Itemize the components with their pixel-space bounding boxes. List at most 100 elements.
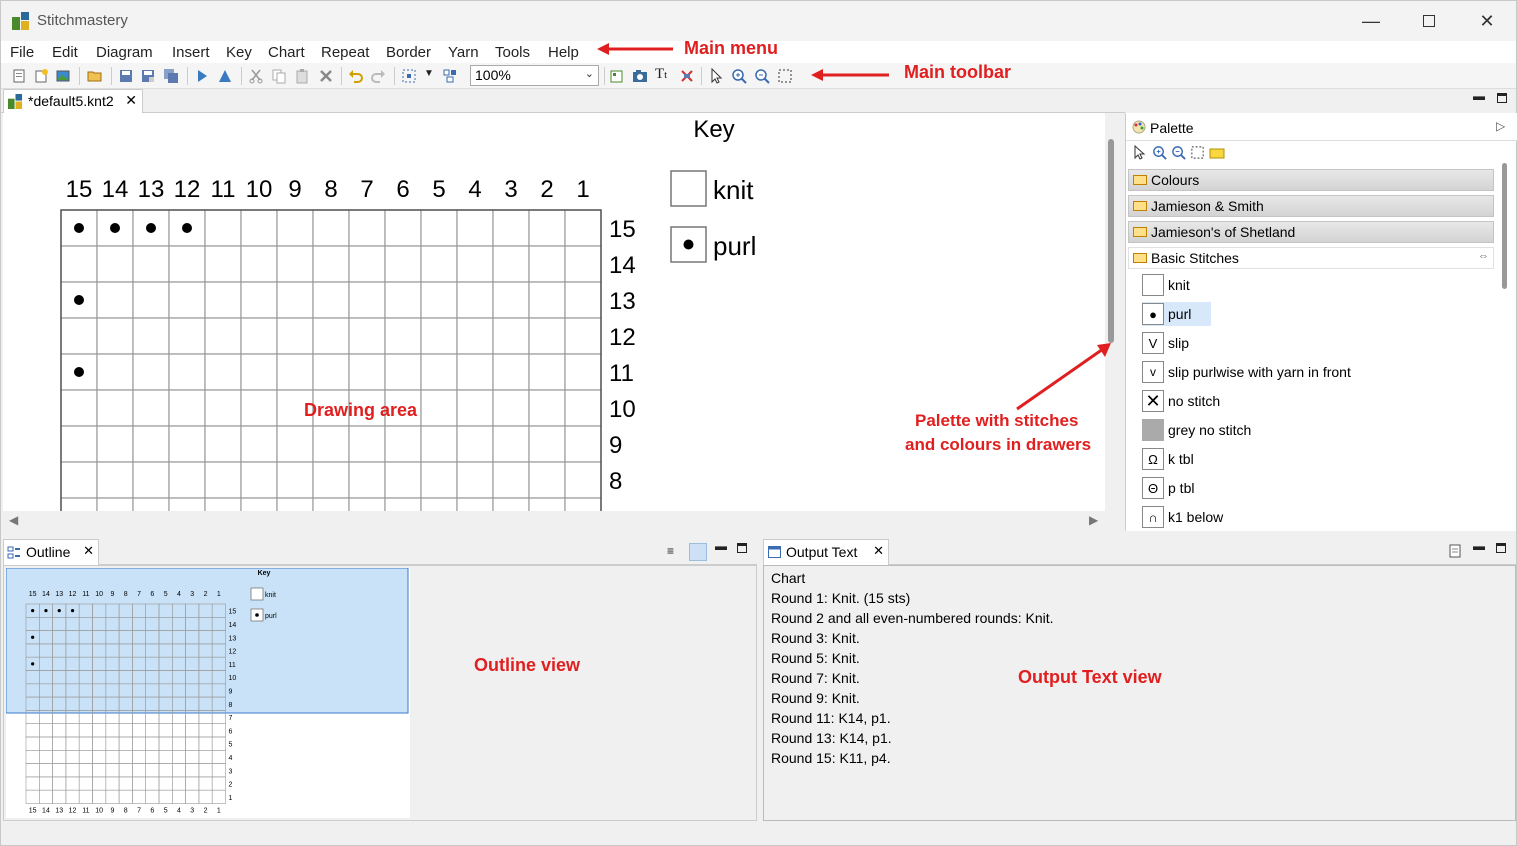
palette-item-no-stitch[interactable]: ✕ no stitch — [1142, 389, 1220, 413]
open-folder-icon[interactable] — [87, 68, 103, 84]
chart-cell[interactable] — [528, 461, 566, 499]
chart-cell[interactable] — [240, 245, 278, 283]
chart-cell[interactable] — [168, 245, 206, 283]
outline-cell[interactable] — [185, 789, 200, 804]
outline-cell[interactable] — [211, 723, 226, 738]
outline-cell[interactable] — [92, 789, 107, 804]
save-as-icon[interactable] — [140, 68, 156, 84]
chart-cell[interactable] — [60, 497, 98, 511]
outline-cell[interactable] — [132, 750, 147, 764]
chart-cell[interactable] — [240, 209, 278, 247]
chart-cell[interactable] — [420, 245, 458, 283]
outline-cell[interactable] — [105, 789, 120, 804]
outline-cell[interactable] — [65, 736, 80, 751]
outline-cell[interactable] — [132, 763, 147, 778]
chart-cell[interactable] — [348, 209, 386, 247]
chart-cell[interactable] — [276, 353, 314, 391]
chart-cell[interactable] — [528, 497, 566, 511]
outline-cell[interactable] — [78, 789, 93, 804]
outline-cell[interactable] — [38, 776, 53, 791]
outline-cell[interactable] — [132, 776, 147, 791]
redo-icon[interactable] — [370, 68, 386, 84]
chart-cell[interactable] — [312, 245, 350, 283]
menu-yarn[interactable]: Yarn — [448, 44, 479, 61]
chart-cell[interactable] — [204, 317, 242, 355]
outline-cell[interactable] — [38, 736, 53, 751]
scroll-left-icon[interactable]: ◀ — [9, 513, 18, 527]
outline-cell[interactable] — [52, 763, 67, 778]
chart-cell[interactable] — [420, 389, 458, 427]
menu-help[interactable]: Help — [548, 44, 579, 61]
outline-cell[interactable] — [145, 736, 160, 751]
output-text-tab[interactable]: Output Text ✕ — [763, 539, 889, 565]
chart-cell[interactable] — [312, 461, 350, 499]
outline-cell[interactable] — [118, 723, 133, 738]
outline-cell[interactable] — [198, 723, 213, 738]
chart-cell[interactable] — [132, 389, 170, 427]
new-image-icon[interactable] — [55, 68, 71, 84]
outline-cell[interactable] — [38, 750, 53, 764]
chart-cell[interactable] — [240, 317, 278, 355]
outline-cell[interactable] — [105, 723, 120, 738]
chart-cell[interactable] — [456, 209, 494, 247]
drawer-basic-stitches[interactable]: Basic Stitches ⇔ — [1128, 247, 1494, 269]
chart-cell[interactable] — [384, 209, 422, 247]
insert-text-icon[interactable]: Tt — [655, 66, 667, 83]
outline-cell[interactable] — [38, 763, 53, 778]
outline-cell[interactable] — [172, 750, 186, 764]
zoom-select[interactable]: 100% ⌄ — [470, 65, 599, 86]
chart-cell[interactable] — [492, 461, 530, 499]
save-all-icon[interactable] — [163, 68, 179, 84]
chart-layout-icon[interactable] — [442, 68, 458, 84]
chart-cell[interactable] — [276, 317, 314, 355]
palette-item-k-tbl[interactable]: Ωk tbl — [1142, 447, 1194, 471]
drawer-jamieson-smith[interactable]: Jamieson & Smith — [1128, 195, 1494, 217]
chart-cell[interactable] — [276, 245, 314, 283]
menu-file[interactable]: File — [10, 44, 34, 61]
minimize-view-icon[interactable]: ▬ — [715, 539, 727, 553]
chart-cell[interactable] — [132, 497, 170, 511]
outline-cell[interactable] — [65, 723, 80, 738]
outline-cell[interactable] — [92, 723, 107, 738]
chart-cell[interactable] — [420, 353, 458, 391]
palette-item-slip-wyif[interactable]: ᴠ slip purlwise with yarn in front — [1142, 360, 1351, 384]
outline-cell[interactable] — [52, 776, 67, 791]
chart-cell[interactable] — [564, 245, 602, 283]
outline-cell[interactable] — [78, 750, 93, 764]
chart-cell[interactable] — [312, 209, 350, 247]
palette-item-purl[interactable]: ● purl — [1142, 302, 1212, 326]
chart-cell[interactable] — [240, 461, 278, 499]
outline-cell[interactable] — [198, 789, 213, 804]
chart-cell[interactable] — [204, 209, 242, 247]
outline-cell[interactable] — [118, 776, 133, 791]
outline-cell[interactable] — [118, 789, 133, 804]
maximize-view-icon[interactable] — [1496, 543, 1506, 553]
chart-cell[interactable] — [96, 425, 134, 463]
insert-chart-icon[interactable] — [609, 68, 625, 84]
chart-cell[interactable] — [456, 245, 494, 283]
outline-cell[interactable] — [92, 763, 107, 778]
chart-cell[interactable] — [492, 281, 530, 319]
chart-cell[interactable] — [240, 281, 278, 319]
outline-cell[interactable] — [105, 750, 120, 764]
outline-cell[interactable] — [172, 789, 186, 804]
outline-cell[interactable] — [65, 763, 80, 778]
new-diagram-icon[interactable] — [11, 68, 27, 84]
outline-cell[interactable] — [211, 789, 226, 804]
outline-cell[interactable] — [158, 750, 173, 764]
pointer-icon[interactable] — [708, 68, 724, 84]
drawing-scroll-thumb[interactable] — [1108, 139, 1114, 343]
chart-cell[interactable] — [204, 497, 242, 511]
chart-cell[interactable] — [492, 209, 530, 247]
chart-cell[interactable] — [168, 317, 206, 355]
chart-cell[interactable] — [528, 353, 566, 391]
marquee-select-icon[interactable] — [777, 68, 793, 84]
menu-repeat[interactable]: Repeat — [321, 44, 369, 61]
chart-cell[interactable] — [276, 461, 314, 499]
chart-cell[interactable] — [240, 389, 278, 427]
maximize-view-icon[interactable] — [737, 543, 747, 553]
outline-cell[interactable] — [211, 750, 226, 764]
chart-cell[interactable] — [168, 389, 206, 427]
chart-cell[interactable] — [132, 425, 170, 463]
chart-cell[interactable] — [276, 281, 314, 319]
